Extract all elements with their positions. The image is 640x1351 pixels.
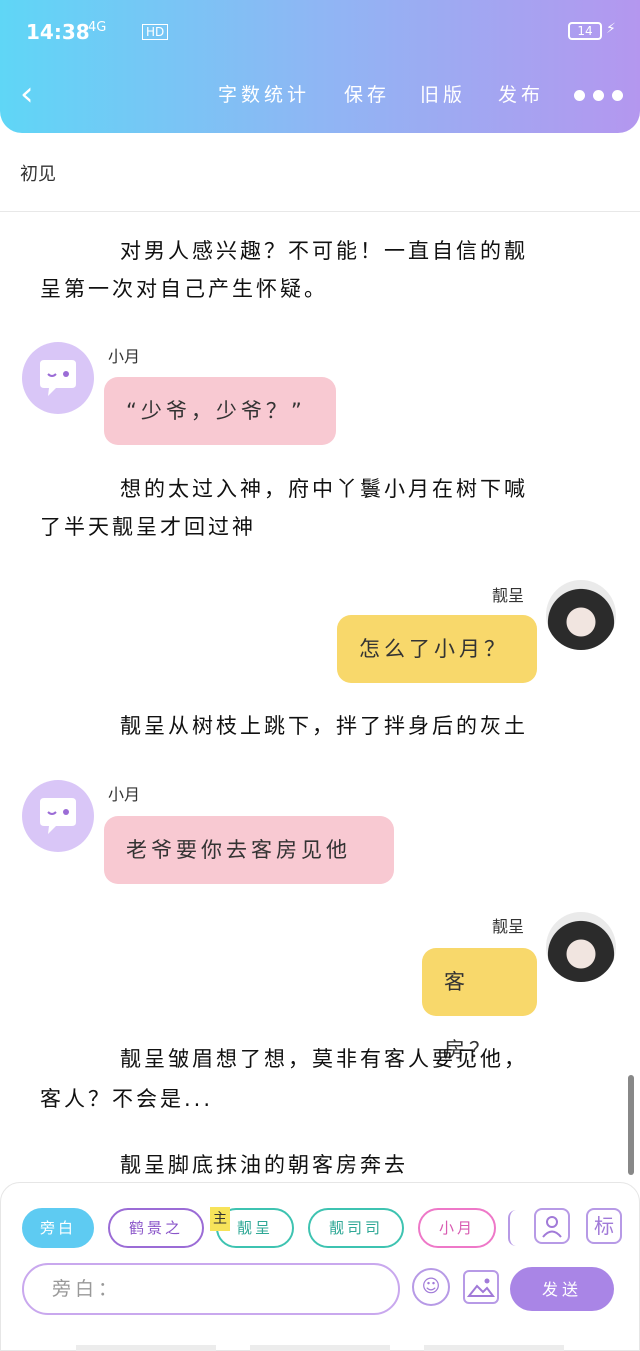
emoji-icon[interactable]: ☺ — [412, 1268, 450, 1306]
image-icon[interactable] — [463, 1270, 499, 1304]
speaker-name: 靓呈 — [492, 586, 525, 605]
more-options-icon[interactable] — [572, 82, 628, 106]
divider — [0, 211, 640, 212]
dialogue-bubble[interactable]: 老爷要你去客房见他 — [104, 816, 394, 884]
character-avatar[interactable] — [546, 912, 616, 982]
role-chip-narration[interactable]: 旁白 — [22, 1208, 94, 1248]
hd-badge: HD — [142, 24, 169, 40]
word-count-button[interactable]: 字数统计 — [218, 80, 310, 107]
network-indicator: 4G — [88, 20, 107, 35]
chat-bubble-avatar-icon — [22, 342, 94, 414]
save-button[interactable]: 保存 — [344, 80, 390, 107]
narration-paragraph-cont[interactable]: 呈第一次对自己产生怀疑。 — [40, 266, 328, 312]
narration-paragraph[interactable]: 靓呈从树枝上跳下，拌了拌身后的灰土 — [120, 703, 528, 749]
character-manage-icon[interactable] — [534, 1208, 570, 1244]
chapter-title[interactable]: 初见 — [20, 160, 56, 186]
publish-button[interactable]: 发布 — [498, 80, 544, 107]
message-input[interactable] — [50, 1265, 384, 1313]
battery-icon: 14 — [568, 22, 602, 40]
status-time: 14:38 — [26, 20, 90, 44]
main-character-tag: 主 — [210, 1207, 230, 1231]
speaker-name: 小月 — [108, 785, 141, 804]
role-chip[interactable]: 鹤景之 — [108, 1208, 204, 1248]
role-chip[interactable]: 靓司司 — [308, 1208, 404, 1248]
scrollbar[interactable] — [628, 1075, 634, 1175]
tag-button[interactable]: 标 — [586, 1208, 622, 1244]
gesture-bar — [250, 1345, 390, 1351]
gesture-bar — [424, 1345, 564, 1351]
narration-paragraph-cont[interactable]: 客人？不会是... — [40, 1076, 213, 1122]
old-version-button[interactable]: 旧版 — [420, 80, 466, 107]
message-input-wrapper — [22, 1263, 400, 1315]
top-header: 14:38 4G HD 14 ⚡ ‹ 字数统计 保存 旧版 发布 — [0, 0, 640, 133]
send-button[interactable]: 发送 — [510, 1267, 614, 1311]
speaker-name: 小月 — [108, 347, 141, 366]
dialogue-bubble[interactable]: 怎么了小月？ — [337, 615, 537, 683]
chat-bubble-avatar-icon — [22, 780, 94, 852]
dialogue-bubble[interactable]: 客房？ — [422, 948, 537, 1062]
speaker-name: 靓呈 — [492, 917, 525, 936]
charging-icon: ⚡ — [606, 21, 616, 37]
role-chip[interactable]: 小月 — [418, 1208, 496, 1248]
character-avatar[interactable] — [546, 580, 616, 650]
back-arrow-icon[interactable]: ‹ — [20, 76, 50, 112]
role-chip-overflow[interactable] — [508, 1210, 518, 1246]
dialogue-bubble[interactable]: “少爷，少爷？” — [104, 377, 336, 445]
narration-paragraph-cont[interactable]: 了半天靓呈才回过神 — [40, 504, 256, 550]
gesture-bar — [76, 1345, 216, 1351]
